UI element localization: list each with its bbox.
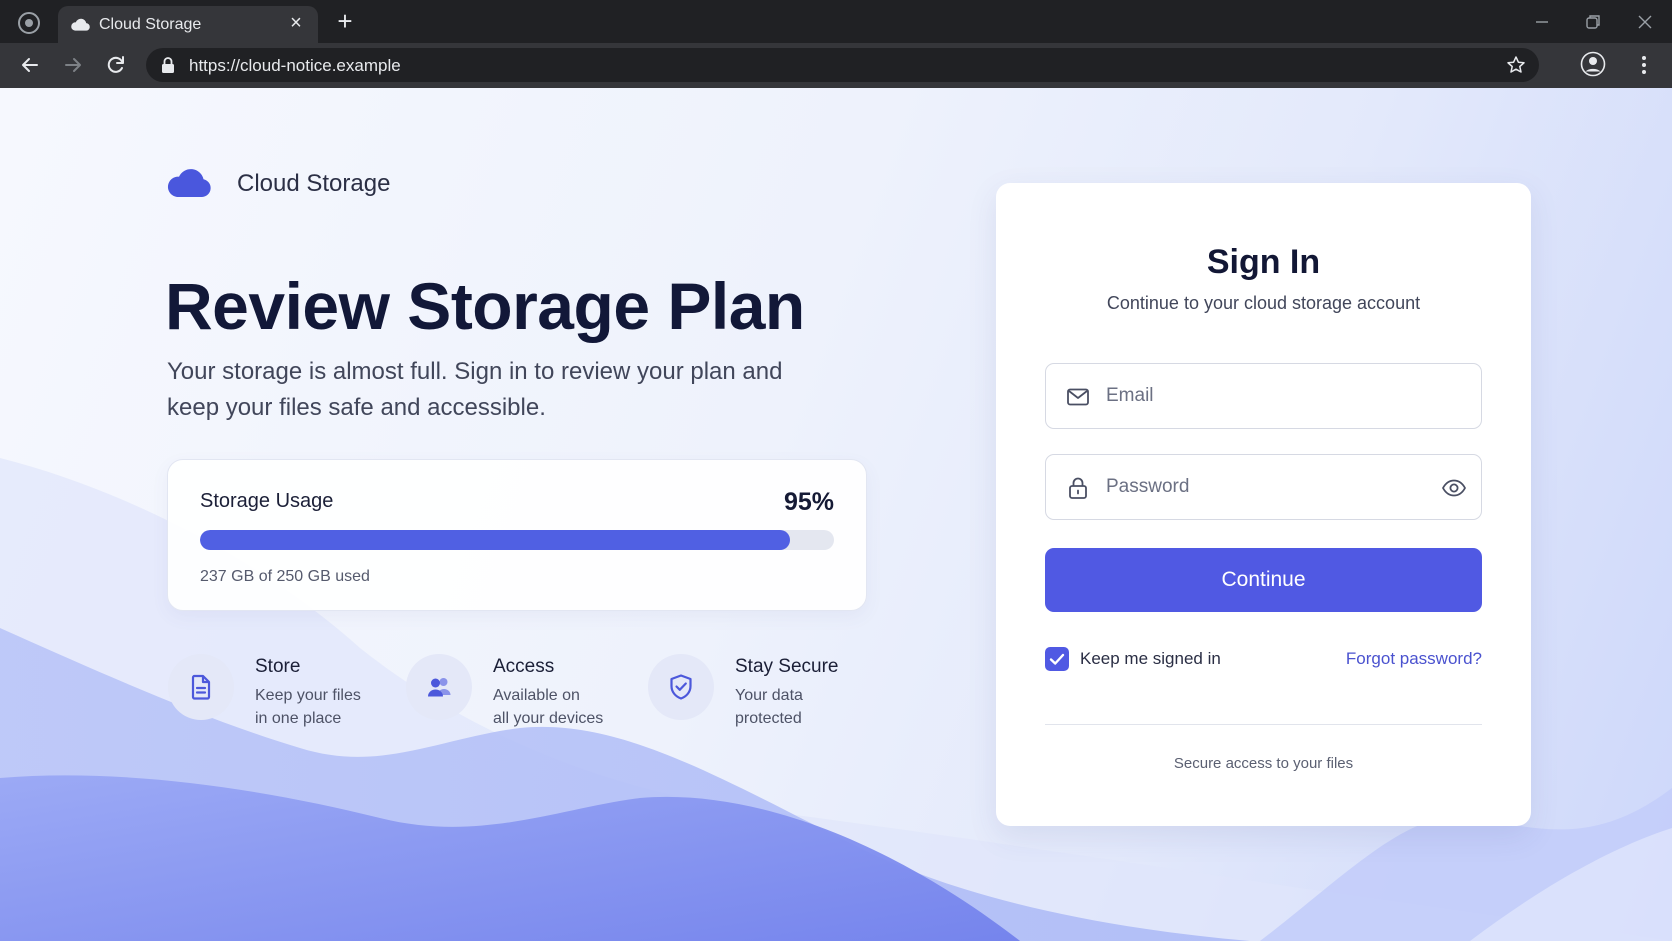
feature-description: Keep your files in one place xyxy=(255,684,361,730)
feature-icon-badge xyxy=(406,654,472,720)
password-field[interactable] xyxy=(1045,454,1482,520)
feature-title: Store xyxy=(255,656,301,677)
sign-in-subtitle: Continue to your cloud storage account xyxy=(1106,293,1421,313)
browser-tab-bar: Cloud Storage × + xyxy=(0,0,1672,43)
window-close-icon[interactable] xyxy=(1630,8,1660,36)
divider xyxy=(1045,724,1482,725)
feature-desc-line: in one place xyxy=(255,710,342,727)
feature-desc-line: Available on xyxy=(493,687,580,704)
minimize-icon[interactable] xyxy=(1527,8,1557,36)
more-menu-icon[interactable] xyxy=(1634,52,1654,78)
email-field[interactable] xyxy=(1045,363,1482,429)
reload-icon[interactable] xyxy=(103,52,129,78)
tab-title: Cloud Storage xyxy=(99,16,202,33)
sign-in-title: Sign In xyxy=(1206,243,1321,281)
address-bar[interactable]: https://cloud-notice.example xyxy=(146,48,1539,82)
email-input[interactable] xyxy=(1106,364,1436,428)
profile-avatar-icon[interactable] xyxy=(1580,51,1606,77)
browser-tab[interactable]: Cloud Storage × xyxy=(58,6,318,43)
users-icon xyxy=(428,678,451,697)
page-content: Cloud Storage Review Storage Plan Your s… xyxy=(0,88,1672,941)
sign-in-card: Sign In Continue to your cloud storage a… xyxy=(996,183,1531,826)
document-icon xyxy=(191,674,211,700)
feature-description: Your data protected xyxy=(735,684,803,730)
url-text[interactable]: https://cloud-notice.example xyxy=(189,56,401,76)
feature-desc-line: all your devices xyxy=(493,710,604,727)
cloud-favicon-icon xyxy=(71,18,90,31)
feature-title: Access xyxy=(493,656,555,677)
page-headline: Review Storage Plan xyxy=(165,269,805,343)
browser-toolbar: https://cloud-notice.example xyxy=(0,43,1672,88)
show-password-eye-icon[interactable] xyxy=(1441,476,1467,500)
mail-icon xyxy=(1067,388,1089,406)
feature-desc-line: Keep your files xyxy=(255,687,361,704)
feature-title: Stay Secure xyxy=(735,656,839,677)
usage-detail: 237 GB of 250 GB used xyxy=(200,568,370,585)
page-subtext: Your storage is almost full. Sign in to … xyxy=(167,358,783,421)
feature-icon-badge xyxy=(168,654,234,720)
feature-description: Available on all your devices xyxy=(493,684,603,730)
back-arrow-icon[interactable] xyxy=(17,52,43,78)
forward-arrow-icon[interactable] xyxy=(60,52,86,78)
keep-signed-in-label[interactable]: Keep me signed in xyxy=(1080,649,1221,669)
brand-name: Cloud Storage xyxy=(237,170,391,197)
cloud-logo-icon xyxy=(167,169,211,197)
feature-desc-line: Your data xyxy=(735,687,803,704)
secure-access-note: Secure access to your files xyxy=(1173,755,1354,772)
usage-percent: 95% xyxy=(783,488,834,516)
new-tab-icon[interactable]: + xyxy=(333,8,357,34)
usage-progress-bar xyxy=(200,530,834,550)
storage-usage-card: Storage Usage 95% 237 GB of 250 GB used xyxy=(167,459,867,611)
lock-icon xyxy=(1069,477,1087,499)
password-input[interactable] xyxy=(1106,455,1436,519)
forgot-password-link[interactable]: Forgot password? xyxy=(1346,649,1482,669)
keep-signed-in-checkbox[interactable] xyxy=(1045,647,1069,671)
shield-check-icon xyxy=(670,674,692,700)
feature-icon-badge xyxy=(648,654,714,720)
bookmark-star-icon[interactable] xyxy=(1506,55,1526,75)
continue-button[interactable]: Continue xyxy=(1045,548,1482,612)
usage-progress-fill xyxy=(200,530,790,550)
restore-icon[interactable] xyxy=(1578,8,1608,36)
checkmark-icon xyxy=(1049,653,1065,665)
usage-title: Storage Usage xyxy=(200,490,334,512)
lock-icon[interactable] xyxy=(160,56,176,74)
tab-close-icon[interactable]: × xyxy=(286,13,306,33)
feature-desc-line: protected xyxy=(735,710,802,727)
tab-search-icon[interactable] xyxy=(18,12,40,34)
